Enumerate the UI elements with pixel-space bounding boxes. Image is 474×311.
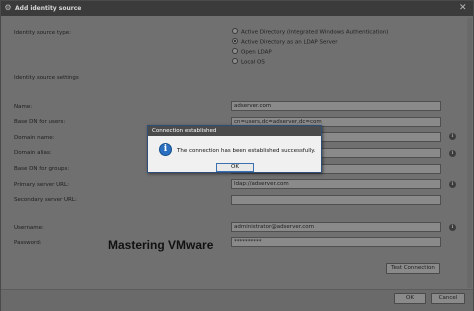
primary-server-url-field[interactable]: ldap://adserver.com: [231, 179, 441, 189]
name-label: Name:: [14, 104, 33, 110]
information-icon: i: [159, 143, 172, 156]
password-field[interactable]: **********: [231, 237, 441, 247]
info-icon[interactable]: i: [449, 181, 456, 188]
info-icon[interactable]: i: [449, 150, 456, 157]
info-icon[interactable]: i: [449, 133, 456, 140]
username-label: Username:: [14, 225, 44, 231]
identity-source-type-label: Identity source type:: [14, 30, 71, 36]
connection-dialog: Connection established i The connection …: [147, 125, 322, 173]
dialog-message: The connection has been established succ…: [177, 148, 316, 154]
primary-server-url-label: Primary server URL:: [14, 182, 69, 188]
gear-icon: ⚙: [4, 3, 12, 12]
radio-local-os[interactable]: Local OS: [232, 58, 265, 66]
name-field[interactable]: adserver.com: [231, 101, 441, 111]
settings-heading: Identity source settings: [14, 75, 79, 81]
radio-icon: [232, 58, 238, 64]
scrollbar[interactable]: [467, 18, 472, 288]
cancel-button[interactable]: Cancel: [431, 293, 465, 304]
base-dn-groups-label: Base DN for groups:: [14, 166, 70, 172]
radio-selected-icon: [232, 38, 238, 44]
ok-button[interactable]: OK: [394, 293, 426, 304]
info-icon[interactable]: i: [449, 224, 456, 231]
radio-ad-ldap[interactable]: Active Directory as an LDAP Server: [232, 38, 338, 46]
radio-icon: [232, 28, 238, 34]
password-label: Password:: [14, 240, 42, 246]
close-icon[interactable]: ✕: [459, 2, 469, 14]
domain-name-label: Domain name:: [14, 135, 55, 141]
username-field[interactable]: administrator@adserver.com: [231, 222, 441, 232]
watermark-text: Mastering VMware: [108, 238, 214, 252]
radio-open-ldap[interactable]: Open LDAP: [232, 48, 272, 56]
test-connection-button[interactable]: Test Connection: [386, 263, 440, 274]
secondary-server-url-label: Secondary server URL:: [14, 197, 77, 203]
radio-ad-integrated[interactable]: Active Directory (Integrated Windows Aut…: [232, 28, 389, 36]
radio-label: Active Directory (Integrated Windows Aut…: [241, 29, 389, 36]
dialog-title: Connection established: [148, 126, 321, 136]
radio-label: Open LDAP: [241, 49, 272, 56]
radio-icon: [232, 48, 238, 54]
dialog-ok-button[interactable]: OK: [216, 163, 254, 172]
radio-label: Active Directory as an LDAP Server: [241, 39, 338, 46]
secondary-server-url-field[interactable]: [231, 195, 441, 205]
radio-label: Local OS: [241, 59, 265, 66]
window-title: Add identity source: [15, 5, 82, 12]
domain-alias-label: Domain alias:: [14, 150, 52, 156]
base-dn-users-label: Base DN for users:: [14, 119, 66, 125]
window-titlebar: ⚙ Add identity source ✕: [1, 1, 473, 16]
